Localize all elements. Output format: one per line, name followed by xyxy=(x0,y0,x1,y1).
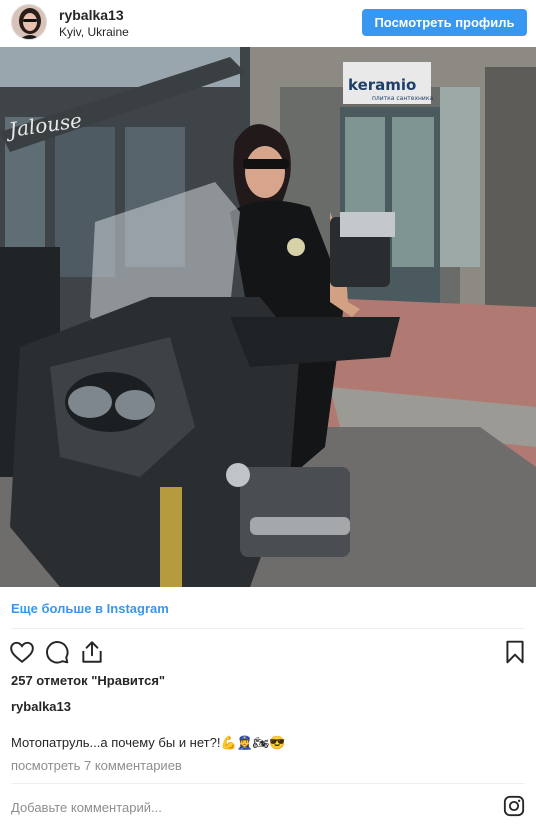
username[interactable]: rybalka13 xyxy=(59,7,124,23)
post-author[interactable]: rybalka13 xyxy=(11,699,71,714)
comment-icon xyxy=(46,641,69,664)
view-comments-link[interactable]: посмотреть 7 комментариев xyxy=(11,758,182,773)
divider xyxy=(11,628,525,629)
comment-button[interactable] xyxy=(44,639,70,665)
likes-count[interactable]: 257 отметок "Нравится" xyxy=(11,673,165,688)
instagram-logo-button[interactable] xyxy=(503,795,525,817)
comment-input[interactable] xyxy=(11,796,481,818)
store-sign-sub: плитка сантехника xyxy=(372,95,433,102)
bookmark-button[interactable] xyxy=(502,639,528,665)
post-photo[interactable]: Jalouse keramio плитка сантехника xyxy=(0,47,536,587)
share-button[interactable] xyxy=(79,639,105,665)
share-icon xyxy=(82,641,102,663)
instagram-icon xyxy=(503,795,525,817)
avatar[interactable] xyxy=(11,4,47,40)
store-sign-brand: keramio xyxy=(348,76,416,94)
bookmark-icon xyxy=(506,640,524,664)
heart-icon xyxy=(10,641,34,663)
view-profile-button[interactable]: Посмотреть профиль xyxy=(362,9,527,36)
post-caption: Мотопатруль...а почему бы и нет?!💪👮‍♀️🏍😎 xyxy=(11,735,286,750)
divider xyxy=(11,783,525,784)
like-button[interactable] xyxy=(9,639,35,665)
post-header: rybalka13 Kyiv, Ukraine Посмотреть профи… xyxy=(0,0,536,46)
location[interactable]: Kyiv, Ukraine xyxy=(59,25,129,39)
more-on-instagram-link[interactable]: Еще больше в Instagram xyxy=(11,601,169,616)
